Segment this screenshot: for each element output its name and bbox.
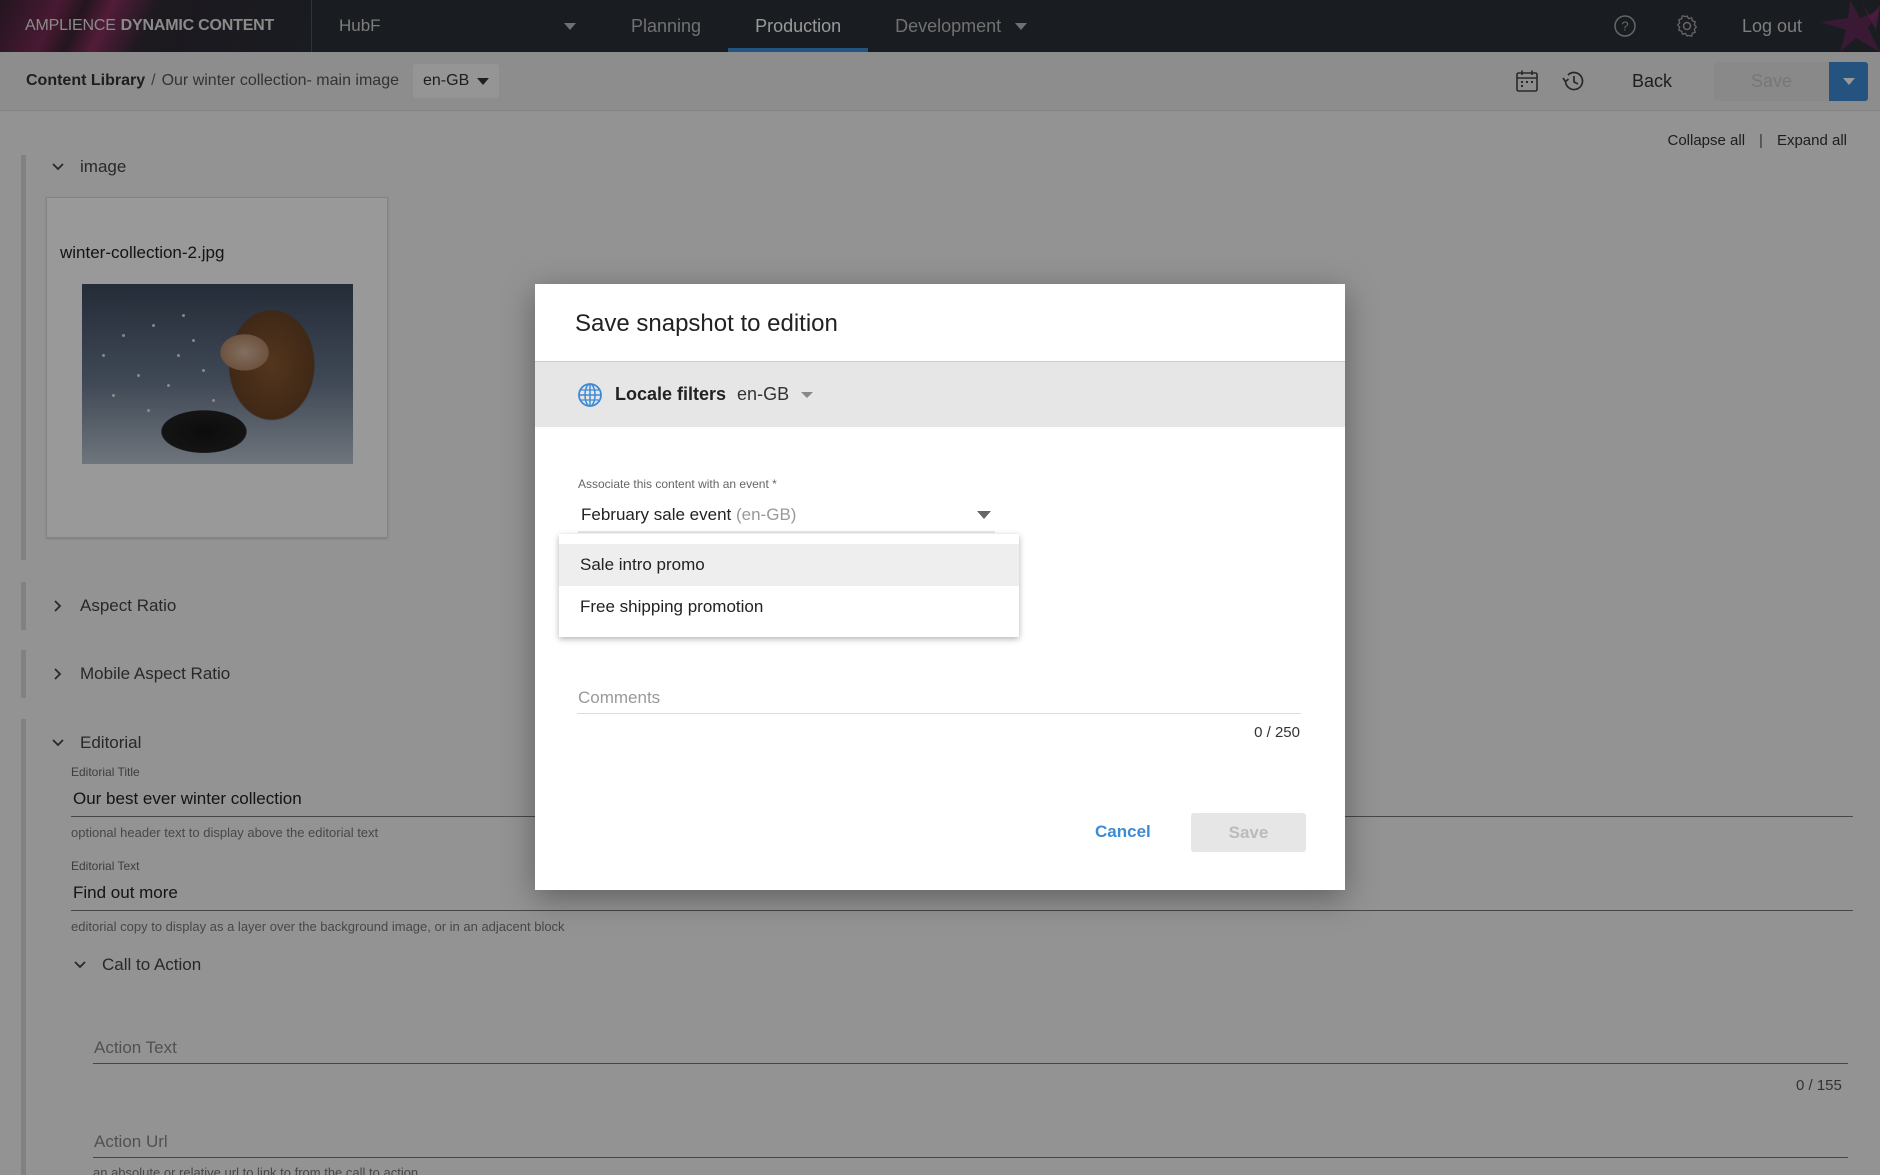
save-snapshot-dialog: Save snapshot to edition Locale filters …: [535, 284, 1345, 890]
locale-filters-bar[interactable]: Locale filters en-GB: [535, 361, 1345, 427]
comments-underline: [577, 713, 1301, 714]
event-value: February sale event: [581, 504, 732, 524]
comments-input[interactable]: Comments: [578, 688, 660, 708]
event-locale: (en-GB): [735, 504, 797, 524]
event-select[interactable]: February sale event (en-GB): [578, 498, 995, 533]
chevron-down-icon: [801, 391, 814, 398]
event-dropdown-menu: Sale intro promo Free shipping promotion: [559, 534, 1019, 637]
save-button[interactable]: Save: [1191, 813, 1306, 852]
event-field-label: Associate this content with an event *: [578, 477, 777, 491]
cancel-button[interactable]: Cancel: [1095, 822, 1151, 842]
dialog-title: Save snapshot to edition: [575, 310, 838, 337]
dropdown-option[interactable]: Free shipping promotion: [559, 586, 1019, 628]
locale-filters-label: Locale filters: [615, 384, 727, 404]
comments-counter: 0 / 250: [1254, 724, 1300, 741]
chevron-down-icon: [977, 510, 991, 519]
dropdown-option[interactable]: Sale intro promo: [559, 544, 1019, 586]
globe-icon: [578, 382, 602, 407]
locale-filters-value: en-GB: [737, 384, 790, 404]
